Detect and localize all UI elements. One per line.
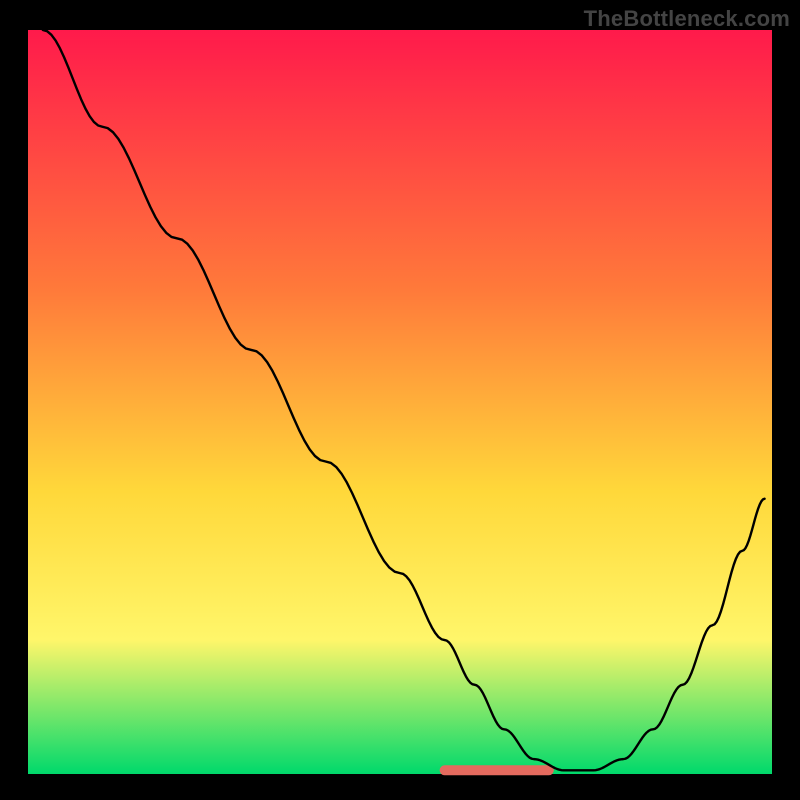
watermark-text: TheBottleneck.com (584, 6, 790, 32)
chart-stage: TheBottleneck.com (0, 0, 800, 800)
bottleneck-chart (0, 0, 800, 800)
plot-area (28, 30, 772, 774)
